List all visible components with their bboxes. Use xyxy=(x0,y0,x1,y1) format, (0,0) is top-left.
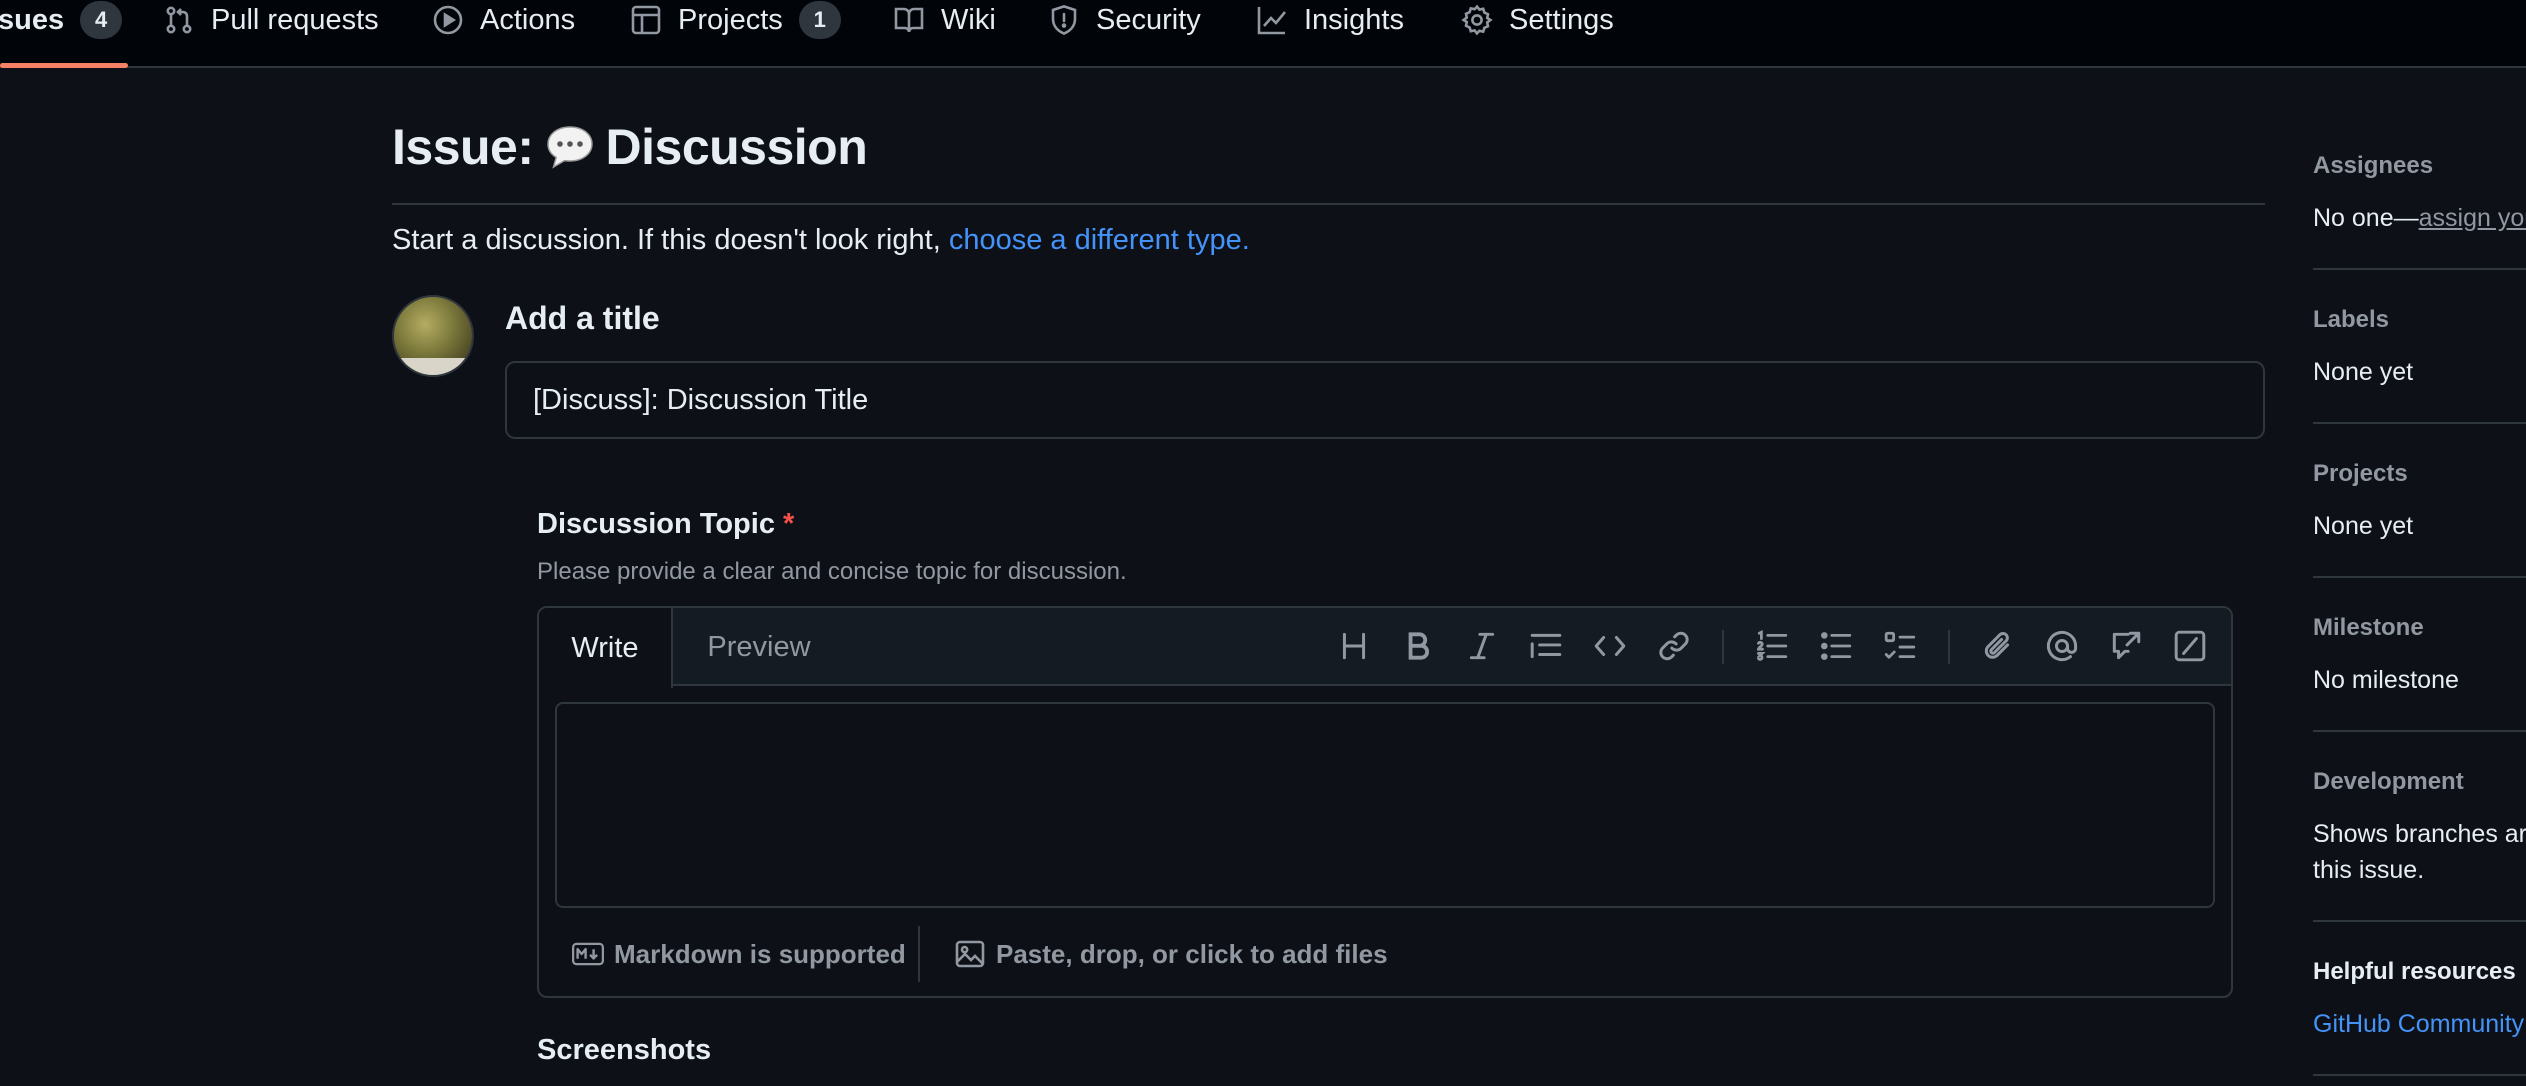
attach-icon[interactable] xyxy=(1978,626,2018,666)
title-divider xyxy=(392,203,2265,205)
projects-value: None yet xyxy=(2313,512,2414,540)
task-list-icon[interactable] xyxy=(1880,626,1920,666)
code-icon[interactable] xyxy=(1590,626,1630,666)
speech-balloon-icon xyxy=(544,121,596,173)
tab-actions[interactable]: Actions xyxy=(432,0,575,40)
heading-icon[interactable] xyxy=(1334,626,1374,666)
sidebar-divider xyxy=(2313,268,2526,270)
projects-counter: 1 xyxy=(798,1,841,39)
toolbar-separator xyxy=(1722,630,1724,664)
assignees-none: No one— xyxy=(2313,204,2419,232)
title-field-label: Add a title xyxy=(505,300,660,336)
gear-icon xyxy=(1461,4,1493,36)
milestone-value: No milestone xyxy=(2313,666,2459,694)
assign-yourself-link[interactable]: assign you xyxy=(2419,204,2526,232)
projects-heading[interactable]: Projects xyxy=(2313,460,2408,488)
issues-counter: 4 xyxy=(80,1,123,39)
toolbar-separator xyxy=(1948,630,1950,664)
title-prefix: Issue: xyxy=(392,119,534,175)
tab-settings-label: Settings xyxy=(1509,3,1614,36)
unordered-list-icon[interactable] xyxy=(1816,626,1856,666)
tab-settings[interactable]: Settings xyxy=(1461,0,1614,40)
intro-text: Start a discussion. If this doesn't look… xyxy=(392,224,1250,257)
title-type: Discussion xyxy=(605,119,868,175)
tab-issues-label: sues xyxy=(0,3,65,36)
topic-field-label: Discussion Topic * xyxy=(537,508,794,541)
mention-icon[interactable] xyxy=(2042,626,2082,666)
milestone-heading[interactable]: Milestone xyxy=(2313,614,2424,642)
image-icon xyxy=(954,938,986,970)
ordered-list-icon[interactable] xyxy=(1752,626,1792,666)
shield-icon xyxy=(1048,4,1080,36)
github-community-link[interactable]: GitHub Community xyxy=(2313,1010,2524,1039)
bold-icon[interactable] xyxy=(1398,626,1438,666)
pull-request-icon xyxy=(163,4,195,36)
footer-separator xyxy=(918,926,920,982)
helpful-resources-heading: Helpful resources xyxy=(2313,958,2516,985)
tab-wiki-label: Wiki xyxy=(941,3,996,36)
tab-security[interactable]: Security xyxy=(1048,0,1201,40)
sidebar-divider xyxy=(2313,920,2526,922)
topic-label-text: Discussion Topic xyxy=(537,508,775,540)
sidebar-divider xyxy=(2313,422,2526,424)
labels-value: None yet xyxy=(2313,358,2414,386)
italic-icon[interactable] xyxy=(1462,626,1502,666)
table-icon xyxy=(630,4,662,36)
avatar[interactable] xyxy=(392,295,474,377)
tab-write[interactable]: Write xyxy=(539,608,673,688)
add-files-label: Paste, drop, or click to add files xyxy=(996,938,1388,969)
development-heading[interactable]: Development xyxy=(2313,768,2464,796)
markdown-support-note[interactable]: Markdown is supported xyxy=(572,938,906,970)
assignees-heading[interactable]: Assignees xyxy=(2313,152,2433,180)
development-text-line2: this issue. xyxy=(2313,856,2425,884)
title-input[interactable] xyxy=(505,361,2265,439)
quote-icon[interactable] xyxy=(1526,626,1566,666)
sidebar-divider xyxy=(2313,730,2526,732)
assignees-value: No one—assign you xyxy=(2313,204,2526,233)
tab-insights-label: Insights xyxy=(1304,3,1404,36)
link-icon[interactable] xyxy=(1654,626,1694,666)
choose-type-link[interactable]: choose a different type. xyxy=(949,224,1250,256)
required-marker: * xyxy=(782,508,795,540)
tab-pull-requests-label: Pull requests xyxy=(211,3,379,36)
book-icon xyxy=(893,4,925,36)
markdown-icon xyxy=(572,942,604,966)
development-text-line1: Shows branches ar xyxy=(2313,820,2526,848)
repo-nav: sues 4 Pull requests Actions Projects 1 … xyxy=(0,0,2526,68)
tab-security-label: Security xyxy=(1096,3,1201,36)
tab-actions-label: Actions xyxy=(480,3,576,36)
active-tab-underline xyxy=(0,63,128,68)
tab-issues[interactable]: sues 4 xyxy=(0,0,123,40)
page-title: Issue: Discussion xyxy=(392,118,868,176)
tab-projects[interactable]: Projects 1 xyxy=(630,0,841,40)
play-circle-icon xyxy=(432,4,464,36)
screenshots-label: Screenshots xyxy=(537,1034,712,1066)
graph-icon xyxy=(1256,4,1288,36)
tab-projects-label: Projects xyxy=(678,3,783,36)
tab-preview[interactable]: Preview xyxy=(674,608,844,686)
topic-textarea[interactable] xyxy=(555,702,2215,908)
tab-wiki[interactable]: Wiki xyxy=(893,0,996,40)
slash-commands-icon[interactable] xyxy=(2170,626,2210,666)
avatar-image-detail xyxy=(394,357,472,375)
sidebar-divider xyxy=(2313,576,2526,578)
add-files-button[interactable]: Paste, drop, or click to add files xyxy=(954,938,1388,970)
labels-heading[interactable]: Labels xyxy=(2313,306,2389,334)
intro-label: Start a discussion. If this doesn't look… xyxy=(392,224,941,256)
sidebar-divider xyxy=(2313,1074,2526,1076)
topic-help-text: Please provide a clear and concise topic… xyxy=(537,558,1127,585)
reference-icon[interactable] xyxy=(2106,626,2146,666)
markdown-note-label: Markdown is supported xyxy=(614,938,906,969)
tab-pull-requests[interactable]: Pull requests xyxy=(163,0,379,40)
tab-insights[interactable]: Insights xyxy=(1256,0,1404,40)
